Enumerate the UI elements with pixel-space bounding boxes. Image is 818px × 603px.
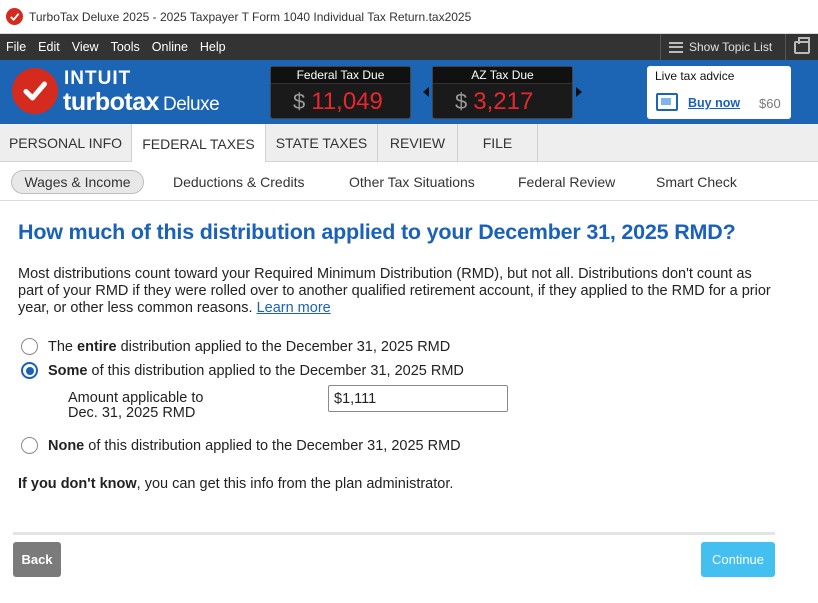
amount-applicable-input[interactable]	[328, 385, 508, 412]
subtab-deductions-credits[interactable]: Deductions & Credits	[173, 170, 305, 194]
radio-some[interactable]	[21, 362, 38, 379]
buy-now-link[interactable]: Buy now	[688, 96, 740, 110]
show-topic-list-button[interactable]: Show Topic List	[660, 34, 780, 60]
tax-right-arrow-icon[interactable]	[576, 87, 582, 97]
federal-tax-due-box[interactable]: Federal Tax Due $ 11,049	[270, 66, 411, 119]
explanation-text: Most distributions count toward your Req…	[18, 266, 778, 317]
menu-bar: File Edit View Tools Online Help Show To…	[0, 34, 818, 60]
federal-dollar-sign: $	[293, 88, 306, 114]
option-none-text: of this distribution applied to the Dece…	[88, 437, 461, 454]
window-title: TurboTax Deluxe 2025 - 2025 Taxpayer T F…	[29, 9, 472, 24]
learn-more-link[interactable]: Learn more	[257, 300, 331, 316]
menu-file[interactable]: File	[0, 40, 32, 54]
state-tax-due-value: 3,217	[473, 87, 534, 115]
advice-price: $60	[759, 96, 781, 111]
subtab-wages-income[interactable]: Wages & Income	[11, 170, 144, 194]
radio-entire[interactable]	[21, 338, 38, 355]
option-entire[interactable]: The entire distribution applied to the D…	[21, 338, 450, 355]
app-header: INTUIT turbotax Deluxe Federal Tax Due $ …	[0, 60, 818, 124]
subtab-smart-check[interactable]: Smart Check	[656, 170, 737, 194]
print-button[interactable]	[785, 34, 818, 60]
option-none[interactable]: None of this distribution applied to the…	[21, 437, 461, 454]
option-some[interactable]: Some of this distribution applied to the…	[21, 362, 464, 379]
live-tax-advice-title: Live tax advice	[655, 69, 735, 83]
dont-know-bold: If you don't know	[18, 476, 137, 492]
menu-edit[interactable]: Edit	[32, 40, 66, 54]
option-some-bold: Some	[48, 362, 88, 379]
back-button[interactable]: Back	[13, 542, 61, 577]
menu-help[interactable]: Help	[194, 40, 232, 54]
subtab-federal-review[interactable]: Federal Review	[518, 170, 615, 194]
state-tax-due-amount: $ 3,217	[433, 84, 572, 119]
tab-review[interactable]: REVIEW	[378, 124, 458, 162]
list-icon	[669, 41, 683, 53]
computer-screen-icon	[656, 93, 678, 111]
sub-tabs: Wages & Income Deductions & Credits Othe…	[0, 162, 818, 201]
footer-divider	[13, 532, 775, 535]
option-entire-text: distribution applied to the December 31,…	[120, 338, 451, 355]
print-icon	[794, 36, 810, 54]
live-tax-advice-panel: Live tax advice Buy now $60	[647, 66, 791, 119]
state-tax-due-box[interactable]: AZ Tax Due $ 3,217	[432, 66, 573, 119]
menu-view[interactable]: View	[66, 40, 105, 54]
amount-applicable-label: Amount applicable to Dec. 31, 2025 RMD	[68, 391, 268, 421]
radio-none[interactable]	[21, 437, 38, 454]
tax-left-arrow-icon[interactable]	[423, 87, 429, 97]
option-some-text: of this distribution applied to the Dece…	[91, 362, 464, 379]
show-topic-list-label: Show Topic List	[689, 40, 773, 54]
intuit-logo-text: INTUIT	[64, 68, 132, 89]
turbotax-logo-icon	[12, 68, 58, 114]
federal-tax-due-value: 11,049	[311, 87, 383, 115]
federal-tax-due-amount: $ 11,049	[271, 84, 410, 119]
menu-online[interactable]: Online	[146, 40, 194, 54]
turbotax-logo-text: turbotax Deluxe	[63, 88, 220, 117]
edition-label: Deluxe	[163, 94, 220, 115]
amount-label-line2: Dec. 31, 2025 RMD	[68, 405, 196, 421]
federal-tax-due-label: Federal Tax Due	[271, 67, 410, 84]
main-tabs: PERSONAL INFO FEDERAL TAXES STATE TAXES …	[0, 124, 818, 163]
option-entire-bold: entire	[77, 338, 117, 355]
tab-personal-info[interactable]: PERSONAL INFO	[0, 124, 132, 162]
option-entire-prefix: The	[48, 338, 73, 355]
state-dollar-sign: $	[455, 88, 468, 114]
window-titlebar: TurboTax Deluxe 2025 - 2025 Taxpayer T F…	[0, 0, 818, 34]
dont-know-rest: , you can get this info from the plan ad…	[136, 476, 454, 492]
explanation-body: Most distributions count toward your Req…	[18, 266, 771, 316]
turbotax-wordmark: turbotax	[63, 88, 160, 116]
menu-tools[interactable]: Tools	[105, 40, 146, 54]
tab-state-taxes[interactable]: STATE TAXES	[266, 124, 378, 162]
subtab-other-tax-situations[interactable]: Other Tax Situations	[349, 170, 475, 194]
tab-federal-taxes[interactable]: FEDERAL TAXES	[132, 124, 266, 163]
dont-know-hint: If you don't know, you can get this info…	[18, 476, 453, 492]
option-none-bold: None	[48, 437, 85, 454]
turbotax-check-icon	[6, 8, 23, 25]
page-title: How much of this distribution applied to…	[18, 220, 736, 244]
tab-file[interactable]: FILE	[458, 124, 538, 162]
amount-label-line1: Amount applicable to	[68, 390, 204, 406]
state-tax-due-label: AZ Tax Due	[433, 67, 572, 84]
continue-button[interactable]: Continue	[701, 542, 775, 577]
